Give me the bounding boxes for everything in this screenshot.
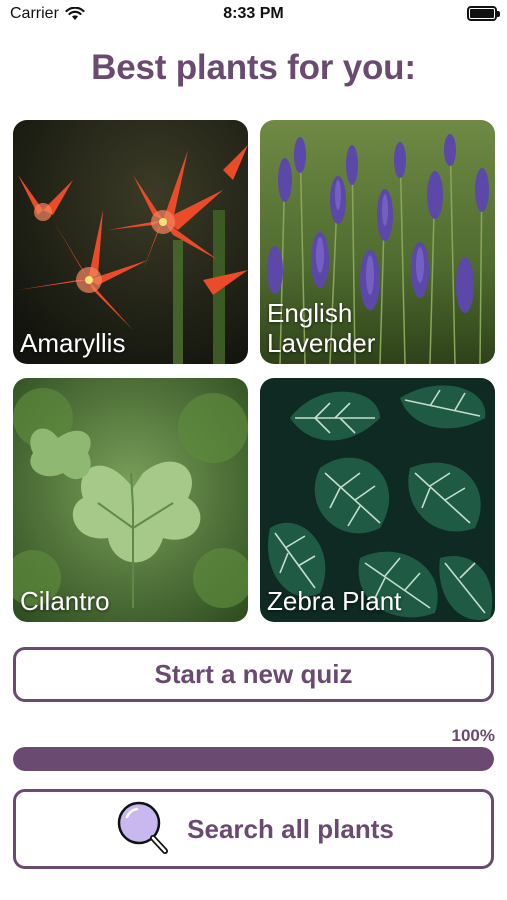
magnifying-glass-icon	[117, 801, 169, 854]
plant-card-english-lavender[interactable]: English Lavender	[260, 120, 495, 364]
start-new-quiz-label: Start a new quiz	[154, 659, 353, 689]
page-title: Best plants for you:	[91, 48, 416, 87]
plant-name: Zebra Plant	[267, 586, 402, 616]
start-new-quiz-button[interactable]: Start a new quiz	[13, 647, 494, 702]
battery-icon	[467, 6, 500, 21]
plant-name: Amaryllis	[20, 328, 126, 358]
status-bar: Carrier 8:33 PM	[0, 0, 507, 30]
search-all-plants-label: Search all plants	[187, 813, 394, 844]
progress-bar	[13, 747, 494, 771]
search-all-plants-button[interactable]: Search all plants	[13, 789, 494, 869]
status-time: 8:33 PM	[223, 5, 284, 22]
progress-percent: 100%	[451, 726, 495, 745]
plant-name: Cilantro	[20, 586, 110, 616]
plant-card-cilantro[interactable]: Cilantro	[13, 378, 248, 622]
progress-fill	[13, 747, 494, 771]
plant-name: English Lavender	[267, 298, 376, 358]
plant-card-amaryllis[interactable]: Amaryllis	[13, 120, 248, 364]
plant-grid: Amaryllis English Lavender Cilantro Zebr…	[13, 120, 495, 623]
plant-card-zebra-plant[interactable]: Zebra Plant	[260, 378, 495, 622]
